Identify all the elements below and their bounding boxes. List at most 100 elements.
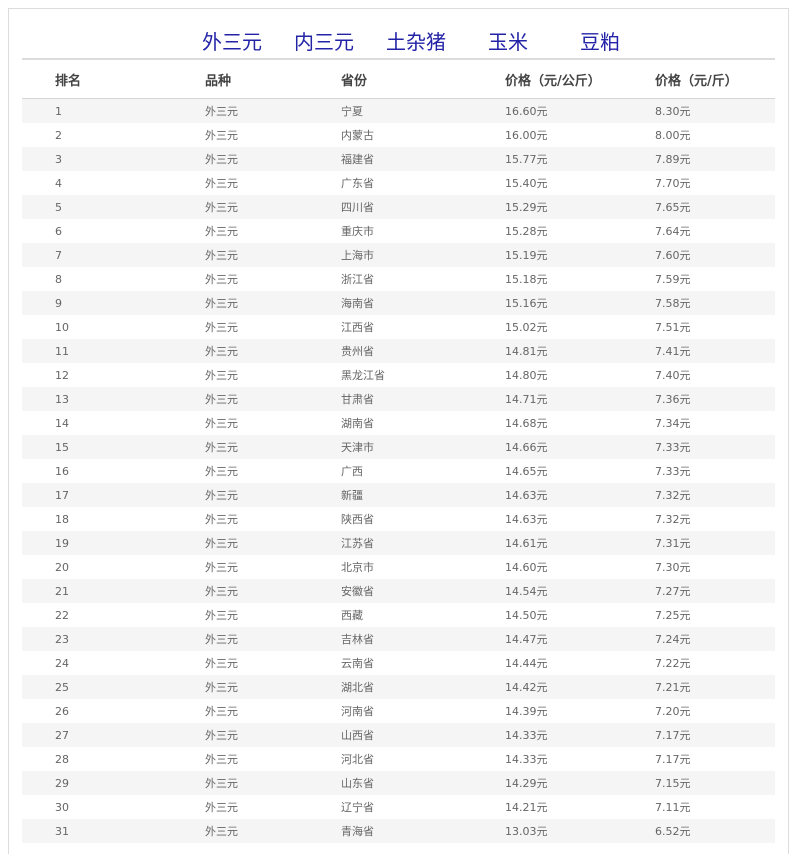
product-tabs: 外三元 内三元 土杂猪 玉米 豆粕 (0, 0, 793, 60)
table-row: 25 外三元 湖北省 14.42元 7.21元 (22, 675, 775, 699)
cell-price-per-kg: 15.02元 (505, 315, 655, 339)
cell-province: 西藏 (341, 603, 505, 627)
cell-breed: 外三元 (205, 603, 341, 627)
table-row: 10 外三元 江西省 15.02元 7.51元 (22, 315, 775, 339)
cell-rank: 7 (22, 243, 205, 267)
cell-price-per-kg: 14.71元 (505, 387, 655, 411)
tab-wai-san-yuan[interactable]: 外三元 (186, 27, 278, 60)
table-row: 4 外三元 广东省 15.40元 7.70元 (22, 171, 775, 195)
table-row: 28 外三元 河北省 14.33元 7.17元 (22, 747, 775, 771)
cell-price-per-kg: 14.29元 (505, 771, 655, 795)
cell-price-per-kg: 15.29元 (505, 195, 655, 219)
cell-price-per-jin: 7.32元 (655, 483, 775, 507)
cell-rank: 19 (22, 531, 205, 555)
table-row: 19 外三元 江苏省 14.61元 7.31元 (22, 531, 775, 555)
cell-breed: 外三元 (205, 507, 341, 531)
cell-rank: 4 (22, 171, 205, 195)
cell-breed: 外三元 (205, 195, 341, 219)
cell-breed: 外三元 (205, 147, 341, 171)
table-row: 27 外三元 山西省 14.33元 7.17元 (22, 723, 775, 747)
cell-price-per-kg: 15.19元 (505, 243, 655, 267)
cell-rank: 29 (22, 771, 205, 795)
cell-price-per-jin: 7.51元 (655, 315, 775, 339)
cell-price-per-jin: 7.27元 (655, 579, 775, 603)
table-row: 31 外三元 青海省 13.03元 6.52元 (22, 819, 775, 843)
cell-price-per-kg: 14.21元 (505, 795, 655, 819)
cell-province: 黑龙江省 (341, 363, 505, 387)
cell-breed: 外三元 (205, 771, 341, 795)
cell-price-per-kg: 14.63元 (505, 507, 655, 531)
cell-province: 甘肃省 (341, 387, 505, 411)
cell-province: 安徽省 (341, 579, 505, 603)
cell-province: 重庆市 (341, 219, 505, 243)
cell-price-per-kg: 14.66元 (505, 435, 655, 459)
cell-price-per-kg: 13.03元 (505, 819, 655, 843)
table-row: 7 外三元 上海市 15.19元 7.60元 (22, 243, 775, 267)
cell-breed: 外三元 (205, 531, 341, 555)
cell-price-per-jin: 7.58元 (655, 291, 775, 315)
cell-price-per-kg: 14.61元 (505, 531, 655, 555)
cell-price-per-jin: 7.20元 (655, 699, 775, 723)
cell-province: 福建省 (341, 147, 505, 171)
cell-price-per-jin: 7.36元 (655, 387, 775, 411)
table-row: 6 外三元 重庆市 15.28元 7.64元 (22, 219, 775, 243)
cell-price-per-jin: 7.64元 (655, 219, 775, 243)
cell-breed: 外三元 (205, 243, 341, 267)
cell-price-per-jin: 7.59元 (655, 267, 775, 291)
cell-price-per-jin: 8.30元 (655, 98, 775, 123)
cell-price-per-kg: 14.68元 (505, 411, 655, 435)
tab-nei-san-yuan[interactable]: 内三元 (278, 27, 370, 60)
table-row: 21 外三元 安徽省 14.54元 7.27元 (22, 579, 775, 603)
cell-price-per-jin: 7.65元 (655, 195, 775, 219)
table-row: 17 外三元 新疆 14.63元 7.32元 (22, 483, 775, 507)
cell-price-per-jin: 7.33元 (655, 435, 775, 459)
cell-breed: 外三元 (205, 339, 341, 363)
cell-province: 吉林省 (341, 627, 505, 651)
cell-price-per-jin: 7.89元 (655, 147, 775, 171)
tab-dou-po[interactable]: 豆粕 (554, 27, 646, 60)
cell-breed: 外三元 (205, 819, 341, 843)
cell-price-per-jin: 7.41元 (655, 339, 775, 363)
cell-breed: 外三元 (205, 459, 341, 483)
tab-tu-za-zhu[interactable]: 土杂猪 (370, 27, 462, 60)
table-row: 11 外三元 贵州省 14.81元 7.41元 (22, 339, 775, 363)
cell-breed: 外三元 (205, 363, 341, 387)
table-row: 1 外三元 宁夏 16.60元 8.30元 (22, 98, 775, 123)
cell-rank: 2 (22, 123, 205, 147)
cell-breed: 外三元 (205, 267, 341, 291)
cell-price-per-jin: 7.22元 (655, 651, 775, 675)
cell-breed: 外三元 (205, 411, 341, 435)
cell-rank: 6 (22, 219, 205, 243)
table-row: 14 外三元 湖南省 14.68元 7.34元 (22, 411, 775, 435)
cell-province: 湖南省 (341, 411, 505, 435)
cell-price-per-jin: 7.30元 (655, 555, 775, 579)
cell-rank: 12 (22, 363, 205, 387)
header-province: 省份 (341, 60, 505, 99)
cell-province: 河北省 (341, 747, 505, 771)
table-row: 16 外三元 广西 14.65元 7.33元 (22, 459, 775, 483)
cell-price-per-jin: 7.34元 (655, 411, 775, 435)
cell-price-per-kg: 14.81元 (505, 339, 655, 363)
cell-rank: 3 (22, 147, 205, 171)
cell-breed: 外三元 (205, 171, 341, 195)
cell-breed: 外三元 (205, 555, 341, 579)
cell-price-per-kg: 14.44元 (505, 651, 655, 675)
cell-province: 北京市 (341, 555, 505, 579)
header-rank: 排名 (22, 60, 205, 99)
cell-rank: 18 (22, 507, 205, 531)
tab-yu-mi[interactable]: 玉米 (462, 27, 554, 60)
cell-breed: 外三元 (205, 123, 341, 147)
cell-province: 天津市 (341, 435, 505, 459)
cell-breed: 外三元 (205, 627, 341, 651)
table-row: 12 外三元 黑龙江省 14.80元 7.40元 (22, 363, 775, 387)
cell-price-per-kg: 15.40元 (505, 171, 655, 195)
cell-breed: 外三元 (205, 699, 341, 723)
cell-province: 内蒙古 (341, 123, 505, 147)
cell-rank: 21 (22, 579, 205, 603)
cell-province: 云南省 (341, 651, 505, 675)
cell-price-per-jin: 7.24元 (655, 627, 775, 651)
table-row: 18 外三元 陕西省 14.63元 7.32元 (22, 507, 775, 531)
cell-rank: 14 (22, 411, 205, 435)
cell-breed: 外三元 (205, 98, 341, 123)
cell-province: 广西 (341, 459, 505, 483)
